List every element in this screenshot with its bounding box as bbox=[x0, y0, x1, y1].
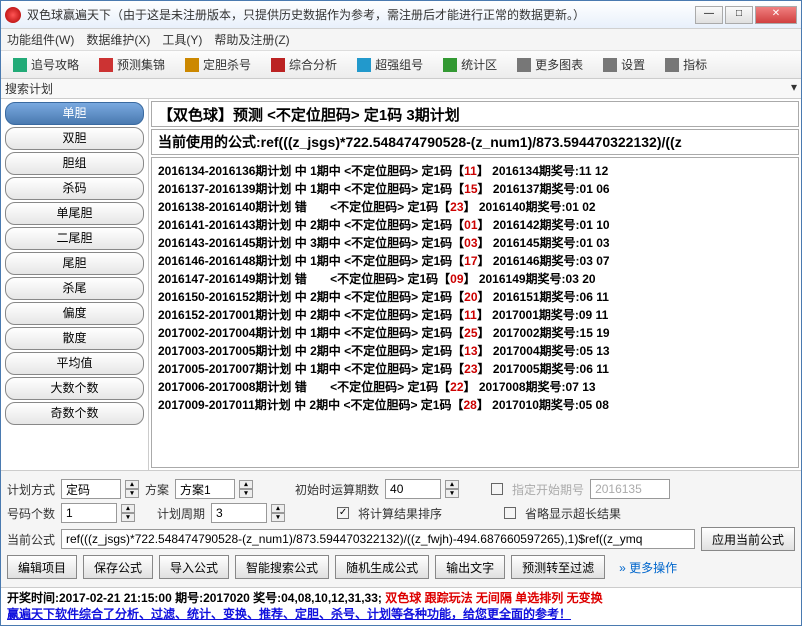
result-row: 2016150-2016152期计划 中 2期中 <不定位胆码> 定1码【20】… bbox=[158, 288, 792, 306]
toolbar: 追号攻略预测集锦定胆杀号综合分析超强组号统计区更多图表设置指标 bbox=[1, 51, 801, 79]
action-随机生成公式[interactable]: 随机生成公式 bbox=[335, 555, 429, 579]
action-输出文字[interactable]: 输出文字 bbox=[435, 555, 505, 579]
sort-result-checkbox[interactable]: ✓ bbox=[337, 507, 349, 519]
toolbar-预测集锦[interactable]: 预测集锦 bbox=[91, 54, 173, 75]
search-plan-label: 搜索计划 bbox=[5, 82, 53, 96]
plan-mode-select[interactable] bbox=[61, 479, 121, 499]
statusbar: 开奖时间:2017-02-21 21:15:00 期号:2017020 奖号:0… bbox=[1, 587, 801, 625]
menu-item[interactable]: 工具(Y) bbox=[162, 31, 202, 48]
brief-result-checkbox[interactable] bbox=[504, 507, 516, 519]
sidebar-item-尾胆[interactable]: 尾胆 bbox=[5, 252, 144, 275]
result-row: 2017002-2017004期计划 中 1期中 <不定位胆码> 定1码【25】… bbox=[158, 324, 792, 342]
result-row: 2016152-2017001期计划 中 2期中 <不定位胆码> 定1码【11】… bbox=[158, 306, 792, 324]
apply-formula-button[interactable]: 应用当前公式 bbox=[701, 527, 795, 551]
action-预测转至过滤[interactable]: 预测转至过滤 bbox=[511, 555, 605, 579]
current-formula-input[interactable] bbox=[61, 529, 695, 549]
action-智能搜索公式[interactable]: 智能搜索公式 bbox=[235, 555, 329, 579]
result-row: 2017003-2017005期计划 中 2期中 <不定位胆码> 定1码【13】… bbox=[158, 342, 792, 360]
toolbar-icon bbox=[99, 58, 113, 72]
sidebar-item-偏度[interactable]: 偏度 bbox=[5, 302, 144, 325]
sidebar-item-奇数个数[interactable]: 奇数个数 bbox=[5, 402, 144, 425]
plan-period-label: 计划周期 bbox=[157, 505, 205, 522]
result-list[interactable]: 2016134-2016136期计划 中 1期中 <不定位胆码> 定1码【11】… bbox=[151, 157, 799, 468]
sidebar-item-散度[interactable]: 散度 bbox=[5, 327, 144, 350]
minimize-button[interactable]: — bbox=[695, 6, 723, 24]
result-row: 2016141-2016143期计划 中 2期中 <不定位胆码> 定1码【01】… bbox=[158, 216, 792, 234]
menu-item[interactable]: 数据维护(X) bbox=[86, 31, 150, 48]
toolbar-统计区[interactable]: 统计区 bbox=[435, 54, 505, 75]
result-row: 2017005-2017007期计划 中 1期中 <不定位胆码> 定1码【23】… bbox=[158, 360, 792, 378]
sidebar-item-胆组[interactable]: 胆组 bbox=[5, 152, 144, 175]
scheme-label: 方案 bbox=[145, 481, 169, 498]
status-promo-text: 赢遍天下软件综合了分析、过滤、统计、变换、推荐、定胆、杀号、计划等各种功能，给您… bbox=[7, 606, 795, 622]
toolbar-指标[interactable]: 指标 bbox=[657, 54, 715, 75]
current-formula-display: 当前使用的公式:ref(((z_jsgs)*722.548474790528-(… bbox=[151, 129, 799, 155]
result-row: 2016143-2016145期计划 中 3期中 <不定位胆码> 定1码【03】… bbox=[158, 234, 792, 252]
toolbar-icon bbox=[357, 58, 371, 72]
number-count-input[interactable] bbox=[61, 503, 117, 523]
sidebar-item-双胆[interactable]: 双胆 bbox=[5, 127, 144, 150]
titlebar: 双色球赢遍天下（由于这是未注册版本，只提供历史数据作为参考，需注册后才能进行正常… bbox=[1, 1, 801, 29]
sidebar-item-大数个数[interactable]: 大数个数 bbox=[5, 377, 144, 400]
result-row: 2016134-2016136期计划 中 1期中 <不定位胆码> 定1码【11】… bbox=[158, 162, 792, 180]
plan-mode-label: 计划方式 bbox=[7, 481, 55, 498]
toolbar-定胆杀号[interactable]: 定胆杀号 bbox=[177, 54, 259, 75]
result-row: 2017009-2017011期计划 中 2期中 <不定位胆码> 定1码【28】… bbox=[158, 396, 792, 414]
dropdown-icon[interactable]: ▾ bbox=[791, 80, 797, 94]
app-icon bbox=[5, 7, 21, 23]
sort-result-label: 将计算结果排序 bbox=[358, 505, 442, 522]
status-play-mode: 双色球 跟踪玩法 无间隔 单选排列 无变换 bbox=[385, 591, 602, 605]
bottom-panel: 计划方式 ▴▾ 方案 ▴▾ 初始时运算期数 ▴▾ 指定开始期号 号码个数 ▴▾ … bbox=[1, 470, 801, 587]
toolbar-更多图表[interactable]: 更多图表 bbox=[509, 54, 591, 75]
menu-item[interactable]: 帮助及注册(Z) bbox=[214, 31, 289, 48]
toolbar-icon bbox=[13, 58, 27, 72]
action-保存公式[interactable]: 保存公式 bbox=[83, 555, 153, 579]
toolbar-icon bbox=[185, 58, 199, 72]
toolbar-icon bbox=[603, 58, 617, 72]
toolbar-icon bbox=[443, 58, 457, 72]
sidebar-item-杀尾[interactable]: 杀尾 bbox=[5, 277, 144, 300]
result-row: 2016137-2016139期计划 中 1期中 <不定位胆码> 定1码【15】… bbox=[158, 180, 792, 198]
sidebar-item-平均值[interactable]: 平均值 bbox=[5, 352, 144, 375]
menu-item[interactable]: 功能组件(W) bbox=[7, 31, 74, 48]
toolbar-icon bbox=[665, 58, 679, 72]
status-draw-info: 开奖时间:2017-02-21 21:15:00 期号:2017020 奖号:0… bbox=[7, 591, 382, 605]
menubar: 功能组件(W) 数据维护(X) 工具(Y) 帮助及注册(Z) bbox=[1, 29, 801, 51]
result-row: 2017006-2017008期计划 错 <不定位胆码> 定1码【22】 201… bbox=[158, 378, 792, 396]
sidebar: 单胆双胆胆组杀码单尾胆二尾胆尾胆杀尾偏度散度平均值大数个数奇数个数 bbox=[1, 99, 149, 470]
start-issue-label: 指定开始期号 bbox=[512, 481, 584, 498]
content-heading: 【双色球】预测 <不定位胆码> 定1码 3期计划 bbox=[151, 101, 799, 127]
plan-period-input[interactable] bbox=[211, 503, 267, 523]
toolbar-设置[interactable]: 设置 bbox=[595, 54, 653, 75]
brief-result-label: 省略显示超长结果 bbox=[525, 505, 621, 522]
more-actions-link[interactable]: » 更多操作 bbox=[619, 559, 677, 576]
search-plan-bar[interactable]: 搜索计划 ▾ bbox=[1, 79, 801, 99]
action-编辑项目[interactable]: 编辑项目 bbox=[7, 555, 77, 579]
result-row: 2016138-2016140期计划 错 <不定位胆码> 定1码【23】 201… bbox=[158, 198, 792, 216]
start-calc-label: 初始时运算期数 bbox=[295, 481, 379, 498]
window-title: 双色球赢遍天下（由于这是未注册版本，只提供历史数据作为参考，需注册后才能进行正常… bbox=[27, 6, 695, 23]
current-formula-label: 当前公式 bbox=[7, 531, 55, 548]
close-button[interactable]: ✕ bbox=[755, 6, 797, 24]
toolbar-超强组号[interactable]: 超强组号 bbox=[349, 54, 431, 75]
sidebar-item-单尾胆[interactable]: 单尾胆 bbox=[5, 202, 144, 225]
start-issue-checkbox[interactable] bbox=[491, 483, 503, 495]
start-calc-input[interactable] bbox=[385, 479, 441, 499]
sidebar-item-二尾胆[interactable]: 二尾胆 bbox=[5, 227, 144, 250]
start-issue-input[interactable] bbox=[590, 479, 670, 499]
maximize-button[interactable]: □ bbox=[725, 6, 753, 24]
result-row: 2016146-2016148期计划 中 1期中 <不定位胆码> 定1码【17】… bbox=[158, 252, 792, 270]
toolbar-icon bbox=[517, 58, 531, 72]
action-导入公式[interactable]: 导入公式 bbox=[159, 555, 229, 579]
toolbar-综合分析[interactable]: 综合分析 bbox=[263, 54, 345, 75]
toolbar-icon bbox=[271, 58, 285, 72]
result-row: 2016147-2016149期计划 错 <不定位胆码> 定1码【09】 201… bbox=[158, 270, 792, 288]
scheme-select[interactable] bbox=[175, 479, 235, 499]
sidebar-item-单胆[interactable]: 单胆 bbox=[5, 102, 144, 125]
toolbar-追号攻略[interactable]: 追号攻略 bbox=[5, 54, 87, 75]
sidebar-item-杀码[interactable]: 杀码 bbox=[5, 177, 144, 200]
number-count-label: 号码个数 bbox=[7, 505, 55, 522]
